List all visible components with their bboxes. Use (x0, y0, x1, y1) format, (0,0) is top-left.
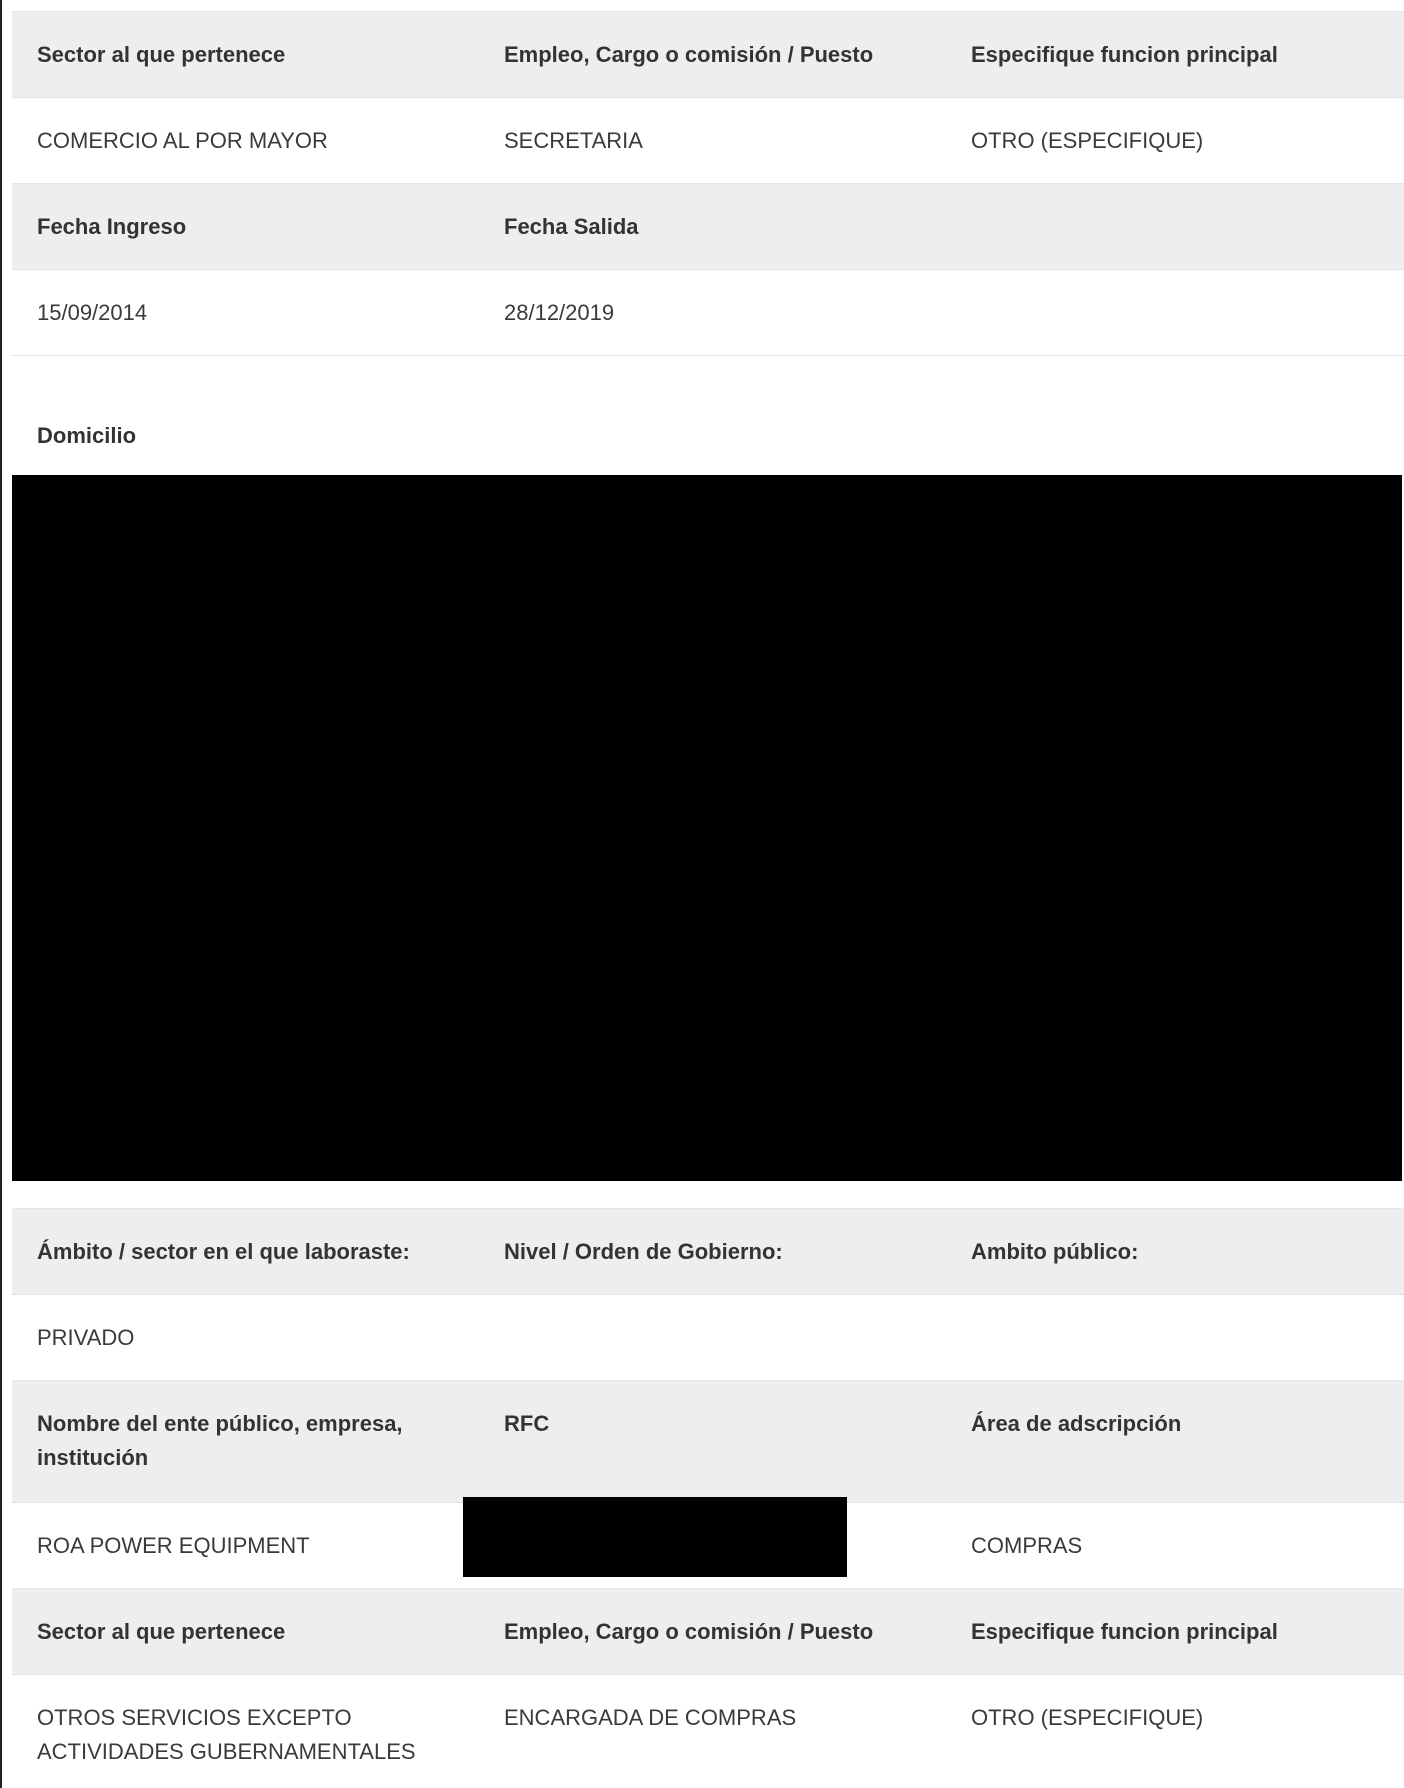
fecha-ingreso-value: 15/09/2014 (37, 300, 148, 325)
spacer-band (12, 1181, 1404, 1209)
empleo-header-2: Empleo, Cargo o comisión / Puesto (504, 1619, 874, 1644)
ente-nombre-value: ROA POWER EQUIPMENT (37, 1533, 310, 1558)
area-adscripcion-header: Área de adscripción (971, 1411, 1182, 1436)
fecha-salida-header: Fecha Salida (504, 214, 639, 239)
ambito-value-row: PRIVADO (12, 1295, 1404, 1381)
empleo-value-2: ENCARGADA DE COMPRAS (504, 1705, 797, 1730)
sector-value-2: OTROS SERVICIOS EXCEPTO ACTIVIDADES GUBE… (37, 1705, 416, 1764)
fecha-ingreso-header: Fecha Ingreso (37, 214, 187, 239)
ambito-header-row: Ámbito / sector en el que laboraste: Niv… (12, 1209, 1404, 1295)
ambito-publico-header: Ambito público: (971, 1239, 1139, 1264)
dates-value-row: 15/09/2014 28/12/2019 (12, 270, 1404, 356)
ente-nombre-header: Nombre del ente público, empresa, instit… (37, 1411, 403, 1470)
redacted-rfc (463, 1497, 847, 1577)
sector-header: Sector al que pertenece (37, 42, 286, 67)
sector-header-row: Sector al que pertenece Empleo, Cargo o … (12, 12, 1404, 98)
funcion-header-2: Especifique funcion principal (971, 1619, 1278, 1644)
domicilio-label: Domicilio (37, 423, 137, 448)
ambito-sector-header: Ámbito / sector en el que laboraste: (37, 1239, 410, 1264)
sector-header-row-2: Sector al que pertenece Empleo, Cargo o … (12, 1589, 1404, 1675)
nivel-gobierno-header: Nivel / Orden de Gobierno: (504, 1239, 783, 1264)
ente-header-row: Nombre del ente público, empresa, instit… (12, 1381, 1404, 1503)
document-frame: Sector al que pertenece Empleo, Cargo o … (0, 0, 1404, 1788)
dates-header-row: Fecha Ingreso Fecha Salida (12, 184, 1404, 270)
sector-value-row-2: OTROS SERVICIOS EXCEPTO ACTIVIDADES GUBE… (12, 1675, 1404, 1788)
funcion-value-2: OTRO (ESPECIFIQUE) (971, 1705, 1204, 1730)
sector-header-2: Sector al que pertenece (37, 1619, 286, 1644)
fecha-salida-value: 28/12/2019 (504, 300, 615, 325)
area-adscripcion-value: COMPRAS (971, 1533, 1083, 1558)
sector-value-row: COMERCIO AL POR MAYOR SECRETARIA OTRO (E… (12, 98, 1404, 184)
top-separator (12, 0, 1404, 12)
rfc-header: RFC (504, 1411, 550, 1436)
empleo-header: Empleo, Cargo o comisión / Puesto (504, 42, 874, 67)
ambito-sector-value: PRIVADO (37, 1325, 135, 1350)
funcion-value: OTRO (ESPECIFIQUE) (971, 128, 1204, 153)
empleo-value: SECRETARIA (504, 128, 643, 153)
redacted-address-block (12, 475, 1402, 1181)
sector-value: COMERCIO AL POR MAYOR (37, 128, 328, 153)
funcion-header: Especifique funcion principal (971, 42, 1278, 67)
